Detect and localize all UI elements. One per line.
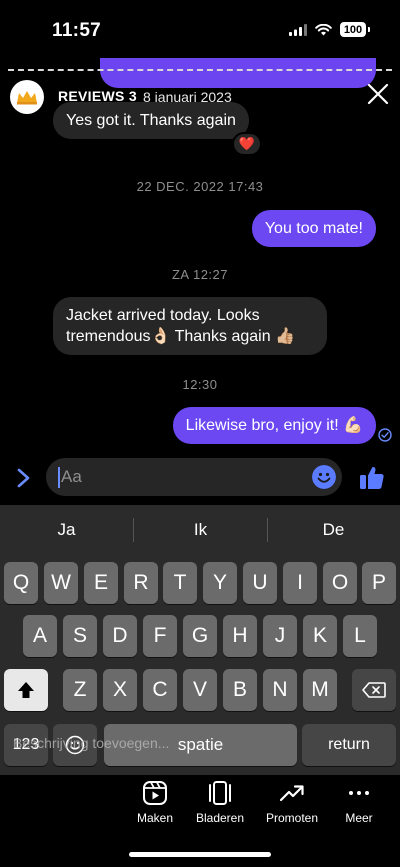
key-o[interactable]: O — [323, 562, 357, 604]
toolbar-bladeren[interactable]: Bladeren — [180, 780, 260, 825]
battery-indicator: 100 — [340, 22, 370, 37]
key-e[interactable]: E — [84, 562, 118, 604]
cellular-signal-icon — [289, 23, 307, 36]
toolbar-meer[interactable]: Meer — [319, 780, 399, 825]
message-composer — [0, 458, 400, 498]
status-time: 11:57 — [52, 20, 102, 41]
text-cursor — [58, 467, 60, 488]
key-h[interactable]: H — [223, 615, 257, 657]
timestamp-divider: ZA 12:27 — [171, 267, 229, 282]
message-outgoing[interactable]: You too mate! — [251, 210, 376, 247]
carousel-icon — [209, 781, 231, 805]
return-key[interactable]: return — [302, 724, 396, 766]
chevron-right-icon[interactable] — [15, 467, 33, 489]
timestamp-divider: 12:30 — [182, 377, 218, 392]
key-y[interactable]: Y — [203, 562, 237, 604]
key-z[interactable]: Z — [63, 669, 97, 711]
trending-up-icon — [279, 785, 304, 802]
heart-reaction[interactable]: ❤️ — [232, 132, 262, 156]
key-x[interactable]: X — [103, 669, 137, 711]
key-s[interactable]: S — [63, 615, 97, 657]
key-f[interactable]: F — [143, 615, 177, 657]
message-input[interactable] — [61, 458, 291, 496]
avatar[interactable] — [10, 80, 44, 114]
wifi-icon — [315, 23, 332, 35]
crown-logo-icon — [17, 91, 37, 105]
message-incoming[interactable]: Yes got it. Thanks again — [53, 102, 249, 139]
suggestion-item[interactable]: De — [267, 505, 400, 555]
suggestion-item[interactable]: Ja — [0, 505, 133, 555]
message-outgoing[interactable]: Likewise bro, enjoy it! 💪🏻 — [172, 407, 376, 444]
delete-icon — [362, 682, 386, 698]
predictive-bar: Ja Ik De — [0, 505, 400, 555]
message-line: Jacket arrived today. Looks — [66, 307, 260, 324]
key-a[interactable]: A — [23, 615, 57, 657]
key-j[interactable]: J — [263, 615, 297, 657]
key-u[interactable]: U — [243, 562, 277, 604]
ios-keyboard: Ja Ik De Q W E R T Y U I O P A S D F G H… — [0, 505, 400, 775]
bottom-toolbar: Maken Bladeren Promoten Meer — [0, 775, 400, 867]
message-incoming[interactable]: Jacket arrived today. Looks tremendous👌🏻… — [53, 297, 327, 355]
shift-arrow-icon — [18, 682, 34, 698]
caption-placeholder-ghost: Beschrijving toevoegen... — [13, 735, 170, 751]
key-p[interactable]: P — [362, 562, 396, 604]
message-input-box[interactable] — [46, 458, 342, 496]
toolbar-label: Meer — [345, 811, 373, 825]
key-v[interactable]: V — [183, 669, 217, 711]
key-k[interactable]: K — [303, 615, 337, 657]
emoji-icon[interactable] — [312, 465, 336, 489]
key-t[interactable]: T — [163, 562, 197, 604]
key-b[interactable]: B — [223, 669, 257, 711]
shift-key[interactable] — [4, 669, 48, 711]
thumbs-up-icon[interactable] — [357, 463, 387, 493]
key-g[interactable]: G — [183, 615, 217, 657]
key-w[interactable]: W — [44, 562, 78, 604]
home-indicator[interactable] — [129, 852, 271, 857]
status-icons: 100 — [289, 22, 370, 37]
seen-check-icon — [378, 428, 392, 442]
key-q[interactable]: Q — [4, 562, 38, 604]
key-m[interactable]: M — [303, 669, 337, 711]
backspace-key[interactable] — [352, 669, 396, 711]
key-c[interactable]: C — [143, 669, 177, 711]
message-line: tremendous👌🏻 Thanks again 👍🏼 — [66, 328, 295, 345]
more-icon — [349, 791, 369, 795]
key-r[interactable]: R — [124, 562, 158, 604]
reels-icon — [143, 781, 167, 805]
chat-thread[interactable]: REVIEWS 3 8 januari 2023 Yes got it. Tha… — [0, 58, 400, 510]
toolbar-label: Bladeren — [195, 811, 245, 825]
timestamp-divider: 22 DEC. 2022 17:43 — [136, 179, 264, 194]
key-i[interactable]: I — [283, 562, 317, 604]
suggestion-item[interactable]: Ik — [134, 505, 267, 555]
key-l[interactable]: L — [343, 615, 377, 657]
story-reply-divider — [8, 69, 392, 71]
close-icon[interactable] — [366, 82, 390, 106]
key-n[interactable]: N — [263, 669, 297, 711]
key-d[interactable]: D — [103, 615, 137, 657]
status-bar: 11:57 100 — [0, 0, 400, 58]
